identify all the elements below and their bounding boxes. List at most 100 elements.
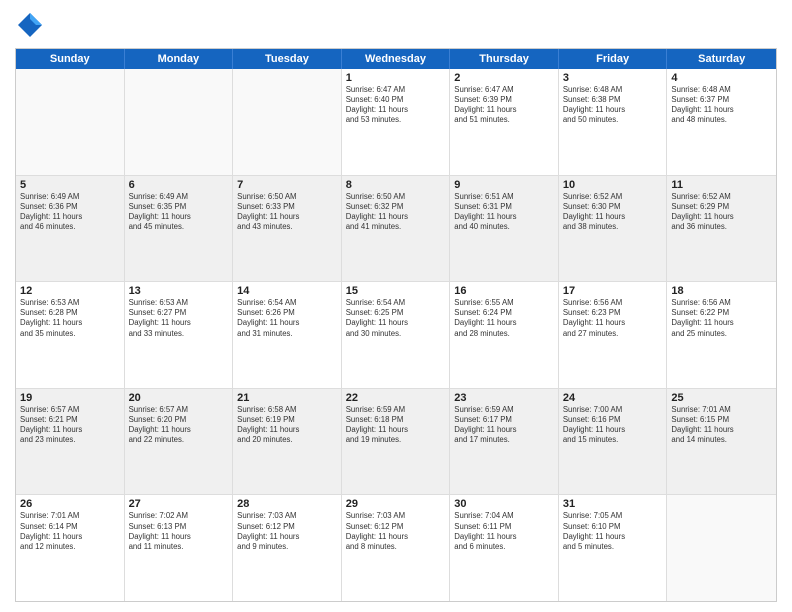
table-row: 3Sunrise: 6:48 AM Sunset: 6:38 PM Daylig… xyxy=(559,69,668,175)
cell-info: Sunrise: 6:50 AM Sunset: 6:33 PM Dayligh… xyxy=(237,192,337,233)
calendar-row-2: 12Sunrise: 6:53 AM Sunset: 6:28 PM Dayli… xyxy=(16,282,776,389)
logo xyxy=(15,10,49,40)
calendar-header: SundayMondayTuesdayWednesdayThursdayFrid… xyxy=(16,49,776,69)
day-number: 17 xyxy=(563,285,663,297)
cell-info: Sunrise: 6:51 AM Sunset: 6:31 PM Dayligh… xyxy=(454,192,554,233)
cell-info: Sunrise: 6:57 AM Sunset: 6:20 PM Dayligh… xyxy=(129,405,229,446)
cell-info: Sunrise: 7:05 AM Sunset: 6:10 PM Dayligh… xyxy=(563,511,663,552)
day-number: 5 xyxy=(20,179,120,191)
cell-info: Sunrise: 6:48 AM Sunset: 6:38 PM Dayligh… xyxy=(563,85,663,126)
cell-info: Sunrise: 6:47 AM Sunset: 6:39 PM Dayligh… xyxy=(454,85,554,126)
cell-info: Sunrise: 7:03 AM Sunset: 6:12 PM Dayligh… xyxy=(237,511,337,552)
table-row: 19Sunrise: 6:57 AM Sunset: 6:21 PM Dayli… xyxy=(16,389,125,495)
table-row: 15Sunrise: 6:54 AM Sunset: 6:25 PM Dayli… xyxy=(342,282,451,388)
day-number: 27 xyxy=(129,498,229,510)
table-row: 14Sunrise: 6:54 AM Sunset: 6:26 PM Dayli… xyxy=(233,282,342,388)
cell-info: Sunrise: 7:03 AM Sunset: 6:12 PM Dayligh… xyxy=(346,511,446,552)
cell-info: Sunrise: 7:02 AM Sunset: 6:13 PM Dayligh… xyxy=(129,511,229,552)
table-row: 16Sunrise: 6:55 AM Sunset: 6:24 PM Dayli… xyxy=(450,282,559,388)
table-row xyxy=(667,495,776,601)
page: SundayMondayTuesdayWednesdayThursdayFrid… xyxy=(0,0,792,612)
table-row: 10Sunrise: 6:52 AM Sunset: 6:30 PM Dayli… xyxy=(559,176,668,282)
header-cell-friday: Friday xyxy=(559,49,668,69)
calendar-row-1: 5Sunrise: 6:49 AM Sunset: 6:36 PM Daylig… xyxy=(16,176,776,283)
calendar-row-4: 26Sunrise: 7:01 AM Sunset: 6:14 PM Dayli… xyxy=(16,495,776,601)
cell-info: Sunrise: 7:01 AM Sunset: 6:14 PM Dayligh… xyxy=(20,511,120,552)
cell-info: Sunrise: 6:54 AM Sunset: 6:25 PM Dayligh… xyxy=(346,298,446,339)
day-number: 8 xyxy=(346,179,446,191)
table-row: 4Sunrise: 6:48 AM Sunset: 6:37 PM Daylig… xyxy=(667,69,776,175)
cell-info: Sunrise: 6:49 AM Sunset: 6:35 PM Dayligh… xyxy=(129,192,229,233)
table-row: 31Sunrise: 7:05 AM Sunset: 6:10 PM Dayli… xyxy=(559,495,668,601)
day-number: 7 xyxy=(237,179,337,191)
header-cell-sunday: Sunday xyxy=(16,49,125,69)
header-cell-wednesday: Wednesday xyxy=(342,49,451,69)
table-row: 18Sunrise: 6:56 AM Sunset: 6:22 PM Dayli… xyxy=(667,282,776,388)
cell-info: Sunrise: 6:55 AM Sunset: 6:24 PM Dayligh… xyxy=(454,298,554,339)
cell-info: Sunrise: 6:52 AM Sunset: 6:30 PM Dayligh… xyxy=(563,192,663,233)
cell-info: Sunrise: 7:04 AM Sunset: 6:11 PM Dayligh… xyxy=(454,511,554,552)
table-row: 30Sunrise: 7:04 AM Sunset: 6:11 PM Dayli… xyxy=(450,495,559,601)
cell-info: Sunrise: 6:59 AM Sunset: 6:18 PM Dayligh… xyxy=(346,405,446,446)
table-row: 29Sunrise: 7:03 AM Sunset: 6:12 PM Dayli… xyxy=(342,495,451,601)
day-number: 28 xyxy=(237,498,337,510)
day-number: 1 xyxy=(346,72,446,84)
day-number: 30 xyxy=(454,498,554,510)
day-number: 15 xyxy=(346,285,446,297)
table-row: 7Sunrise: 6:50 AM Sunset: 6:33 PM Daylig… xyxy=(233,176,342,282)
day-number: 29 xyxy=(346,498,446,510)
cell-info: Sunrise: 6:59 AM Sunset: 6:17 PM Dayligh… xyxy=(454,405,554,446)
header-cell-monday: Monday xyxy=(125,49,234,69)
table-row: 5Sunrise: 6:49 AM Sunset: 6:36 PM Daylig… xyxy=(16,176,125,282)
table-row: 25Sunrise: 7:01 AM Sunset: 6:15 PM Dayli… xyxy=(667,389,776,495)
table-row xyxy=(233,69,342,175)
calendar-row-3: 19Sunrise: 6:57 AM Sunset: 6:21 PM Dayli… xyxy=(16,389,776,496)
day-number: 2 xyxy=(454,72,554,84)
table-row: 8Sunrise: 6:50 AM Sunset: 6:32 PM Daylig… xyxy=(342,176,451,282)
table-row: 17Sunrise: 6:56 AM Sunset: 6:23 PM Dayli… xyxy=(559,282,668,388)
table-row: 27Sunrise: 7:02 AM Sunset: 6:13 PM Dayli… xyxy=(125,495,234,601)
cell-info: Sunrise: 7:00 AM Sunset: 6:16 PM Dayligh… xyxy=(563,405,663,446)
day-number: 21 xyxy=(237,392,337,404)
day-number: 6 xyxy=(129,179,229,191)
table-row: 28Sunrise: 7:03 AM Sunset: 6:12 PM Dayli… xyxy=(233,495,342,601)
cell-info: Sunrise: 6:52 AM Sunset: 6:29 PM Dayligh… xyxy=(671,192,772,233)
table-row xyxy=(16,69,125,175)
table-row xyxy=(125,69,234,175)
table-row: 22Sunrise: 6:59 AM Sunset: 6:18 PM Dayli… xyxy=(342,389,451,495)
table-row: 23Sunrise: 6:59 AM Sunset: 6:17 PM Dayli… xyxy=(450,389,559,495)
calendar-row-0: 1Sunrise: 6:47 AM Sunset: 6:40 PM Daylig… xyxy=(16,69,776,176)
day-number: 20 xyxy=(129,392,229,404)
day-number: 26 xyxy=(20,498,120,510)
day-number: 31 xyxy=(563,498,663,510)
cell-info: Sunrise: 6:48 AM Sunset: 6:37 PM Dayligh… xyxy=(671,85,772,126)
cell-info: Sunrise: 6:50 AM Sunset: 6:32 PM Dayligh… xyxy=(346,192,446,233)
table-row: 11Sunrise: 6:52 AM Sunset: 6:29 PM Dayli… xyxy=(667,176,776,282)
table-row: 9Sunrise: 6:51 AM Sunset: 6:31 PM Daylig… xyxy=(450,176,559,282)
cell-info: Sunrise: 6:53 AM Sunset: 6:28 PM Dayligh… xyxy=(20,298,120,339)
cell-info: Sunrise: 6:53 AM Sunset: 6:27 PM Dayligh… xyxy=(129,298,229,339)
cell-info: Sunrise: 6:54 AM Sunset: 6:26 PM Dayligh… xyxy=(237,298,337,339)
day-number: 11 xyxy=(671,179,772,191)
table-row: 24Sunrise: 7:00 AM Sunset: 6:16 PM Dayli… xyxy=(559,389,668,495)
table-row: 6Sunrise: 6:49 AM Sunset: 6:35 PM Daylig… xyxy=(125,176,234,282)
day-number: 25 xyxy=(671,392,772,404)
day-number: 9 xyxy=(454,179,554,191)
cell-info: Sunrise: 6:47 AM Sunset: 6:40 PM Dayligh… xyxy=(346,85,446,126)
cell-info: Sunrise: 6:56 AM Sunset: 6:22 PM Dayligh… xyxy=(671,298,772,339)
day-number: 19 xyxy=(20,392,120,404)
cell-info: Sunrise: 6:57 AM Sunset: 6:21 PM Dayligh… xyxy=(20,405,120,446)
cell-info: Sunrise: 6:58 AM Sunset: 6:19 PM Dayligh… xyxy=(237,405,337,446)
day-number: 14 xyxy=(237,285,337,297)
table-row: 13Sunrise: 6:53 AM Sunset: 6:27 PM Dayli… xyxy=(125,282,234,388)
day-number: 18 xyxy=(671,285,772,297)
table-row: 21Sunrise: 6:58 AM Sunset: 6:19 PM Dayli… xyxy=(233,389,342,495)
cell-info: Sunrise: 6:56 AM Sunset: 6:23 PM Dayligh… xyxy=(563,298,663,339)
table-row: 1Sunrise: 6:47 AM Sunset: 6:40 PM Daylig… xyxy=(342,69,451,175)
day-number: 3 xyxy=(563,72,663,84)
day-number: 16 xyxy=(454,285,554,297)
day-number: 12 xyxy=(20,285,120,297)
day-number: 23 xyxy=(454,392,554,404)
header-cell-thursday: Thursday xyxy=(450,49,559,69)
cell-info: Sunrise: 7:01 AM Sunset: 6:15 PM Dayligh… xyxy=(671,405,772,446)
